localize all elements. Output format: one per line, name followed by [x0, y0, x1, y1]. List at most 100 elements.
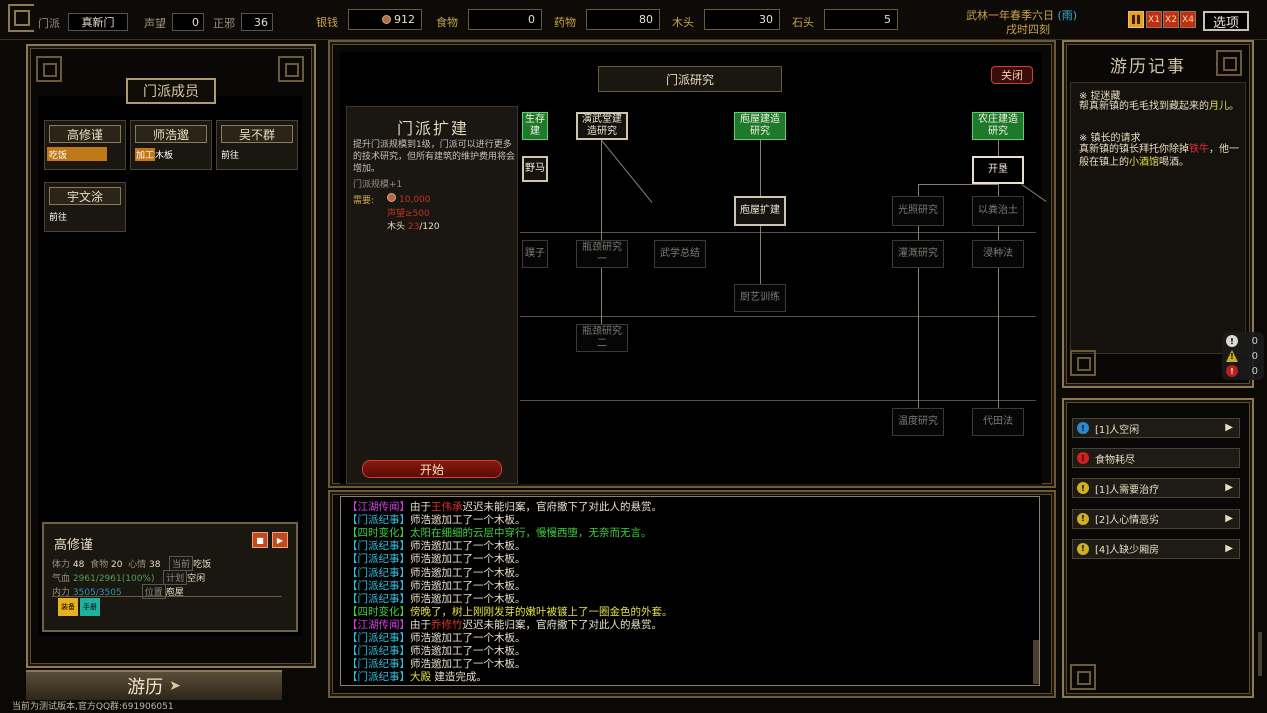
notification-counters[interactable]: ! 0 ! 0 ! 0 [1222, 332, 1264, 380]
alert-item[interactable]: ! [1]人需要治疗 ▶ [1072, 478, 1240, 499]
reputation-label: 声望 [144, 17, 166, 30]
research-node-light[interactable]: 光照研究 [892, 196, 944, 226]
arrow-right-icon: ▶ [1225, 422, 1233, 433]
research-node-cultivate[interactable]: 开垦 [972, 156, 1024, 184]
detail-effect: 门派规模+1 [353, 180, 403, 190]
status-member-name: 高修谨 [54, 538, 94, 553]
coin-icon [387, 193, 396, 202]
alert-label: 食物耗尽 [1095, 454, 1135, 466]
research-node-wild-horse[interactable]: 野马 [522, 156, 548, 182]
corner-ornament-icon [1216, 50, 1242, 76]
travel-button[interactable]: 游历 ➤ [26, 670, 282, 700]
log-tag: 【门派纪事】 [347, 671, 410, 684]
top-bar: 门派 真新门 声望 0 正邪 36 银钱 912 食物 0 药物 80 木头 3… [0, 0, 1267, 40]
member-name: 师浩邈 [135, 125, 207, 143]
journal-body: ※ 捉迷藏 帮真新镇的毛毛找到藏起来的月儿。 ※ 镇长的请求 真新镇的镇长拜托你… [1070, 82, 1246, 354]
member-card-shi[interactable]: 师浩邈 加工 木板 [130, 120, 212, 170]
log-scrollbar[interactable] [1033, 640, 1039, 684]
research-node-farm-build[interactable]: 农庄建造 研究 [972, 112, 1024, 140]
status-line-2: 气血 2961/2961(100%) 计划 空闲 [52, 570, 205, 585]
pause-button[interactable] [1128, 11, 1144, 28]
member-card-yuwen[interactable]: 宇文涂 前往 [44, 182, 126, 232]
alert-icon: ! [1226, 365, 1238, 377]
detail-need-wood: 木头 23/120 [387, 222, 440, 232]
medicine-value: 80 [586, 9, 660, 30]
righteous-label: 正邪 [213, 17, 235, 30]
stop-icon[interactable]: ■ [252, 532, 268, 548]
quest-text-1: 帮真新镇的毛毛找到藏起来的月儿。 [1079, 101, 1239, 112]
member-action: 加工 木板 [133, 147, 173, 161]
research-node-kitchen-expand[interactable]: 庖屋扩建 [734, 196, 786, 226]
equipment-button[interactable]: 装备 [58, 598, 78, 616]
log-text: 大殿 [410, 671, 431, 684]
research-node-cook[interactable]: 厨艺训练 [734, 284, 786, 312]
sect-name: 真新门 [68, 13, 128, 31]
options-button[interactable]: 选项 [1203, 11, 1249, 31]
game-time: 戌时四刻 [1006, 23, 1050, 36]
corner-ornament-icon [278, 56, 304, 82]
event-log[interactable]: 【江湖传闻】由于王伟承迟迟未能归案，官府撤下了对此人的悬赏。 【门派纪事】师浩邈加… [340, 496, 1040, 686]
arrow-right-icon: ▶ [1225, 512, 1233, 524]
research-node-martial[interactable]: 武学总结 [654, 240, 706, 268]
corner-ornament-icon [1070, 350, 1096, 376]
alert-label: [4]人缺少厢房 [1095, 545, 1160, 557]
research-node-dojo[interactable]: 演武堂建 造研究 [576, 112, 628, 140]
play-icon[interactable]: ▶ [272, 532, 288, 548]
sect-emblem-icon [8, 4, 34, 32]
close-button[interactable]: 关闭 [991, 66, 1033, 84]
alert-label: [2]人心情恶劣 [1095, 515, 1160, 527]
righteous-value: 36 [241, 13, 273, 31]
research-node-temperature[interactable]: 温度研究 [892, 408, 944, 436]
money-value: 912 [348, 9, 422, 30]
detail-need-rep: 声望≥500 [387, 209, 430, 219]
warning-icon: ! [1077, 512, 1089, 525]
research-node-irrigate[interactable]: 灌溉研究 [892, 240, 944, 268]
research-node-kitchen-build[interactable]: 庖屋建造 研究 [734, 112, 786, 140]
research-node-manure[interactable]: 以粪治土 [972, 196, 1024, 226]
detail-need-money: 10,000 [387, 193, 431, 205]
reputation-value: 0 [172, 13, 204, 31]
member-action: 吃饭 [47, 147, 107, 161]
warning-icon: ! [1077, 482, 1089, 495]
food-label: 食物 [436, 16, 458, 29]
corner-ornament-icon [1070, 664, 1096, 690]
alerts-scrollbar[interactable] [1258, 632, 1262, 676]
sect-label: 门派 [38, 17, 60, 30]
research-node-neck1[interactable]: 瓶颈研究 一 [576, 240, 628, 268]
corner-ornament-icon [36, 56, 62, 82]
log-line: 【门派纪事】大殿 建造完成。 [347, 669, 487, 684]
warning-icon: ! [1077, 542, 1089, 555]
research-node-survive[interactable]: 生存 建 [522, 112, 548, 140]
alert-item[interactable]: ! [4]人缺少厢房 ▶ [1072, 538, 1240, 559]
research-detail: 门派扩建 提升门派规模到1级，门派可以进行更多的技术研究，但所有建筑的维护费用将… [346, 106, 518, 484]
member-name: 宇文涂 [49, 187, 121, 205]
speed-x2-button[interactable]: X2 [1163, 11, 1179, 28]
research-node-seed[interactable]: 浸种法 [972, 240, 1024, 268]
speed-x4-button[interactable]: X4 [1180, 11, 1196, 28]
research-node-field[interactable]: 代田法 [972, 408, 1024, 436]
member-card-wu[interactable]: 吴不群 前往 [216, 120, 298, 170]
member-name: 高修谨 [49, 125, 121, 143]
member-card-gao[interactable]: 高修谨 吃饭 [44, 120, 126, 170]
info-icon: ! [1077, 422, 1089, 434]
quest-title-2[interactable]: ※ 镇长的请求 [1079, 129, 1141, 144]
alert-item[interactable]: ! [2]人心情恶劣 ▶ [1072, 508, 1240, 529]
alert-item[interactable]: ! 食物耗尽 [1072, 448, 1240, 469]
alert-label: [1]人空闲 [1095, 424, 1140, 436]
status-line-1: 体力 48 食物 20 心情 38 当前 吃饭 [52, 556, 211, 571]
member-action: 前往 [49, 212, 68, 223]
research-node-neck2[interactable]: 瓶颈研究 二 [576, 324, 628, 352]
manual-button[interactable]: 手册 [80, 598, 100, 616]
medicine-label: 药物 [554, 16, 576, 29]
warning-icon: ! [1226, 350, 1238, 362]
coin-icon [382, 15, 391, 24]
food-value: 0 [468, 9, 542, 30]
detail-title: 门派扩建 [396, 119, 469, 138]
research-node-ziza[interactable]: 蹼子 [522, 240, 548, 268]
footer-version: 当前为测试版本,官方QQ群:691906051 [12, 702, 174, 712]
start-research-button[interactable]: 开始 [362, 460, 502, 478]
alert-item[interactable]: ! [1]人空闲 ▶ [1072, 418, 1240, 438]
member-status-panel: 高修谨 ■ ▶ 体力 48 食物 20 心情 38 当前 吃饭 气血 2961/2… [42, 522, 298, 632]
journal-title: 游历记事 [1110, 57, 1186, 77]
speed-x1-button[interactable]: X1 [1146, 11, 1162, 28]
